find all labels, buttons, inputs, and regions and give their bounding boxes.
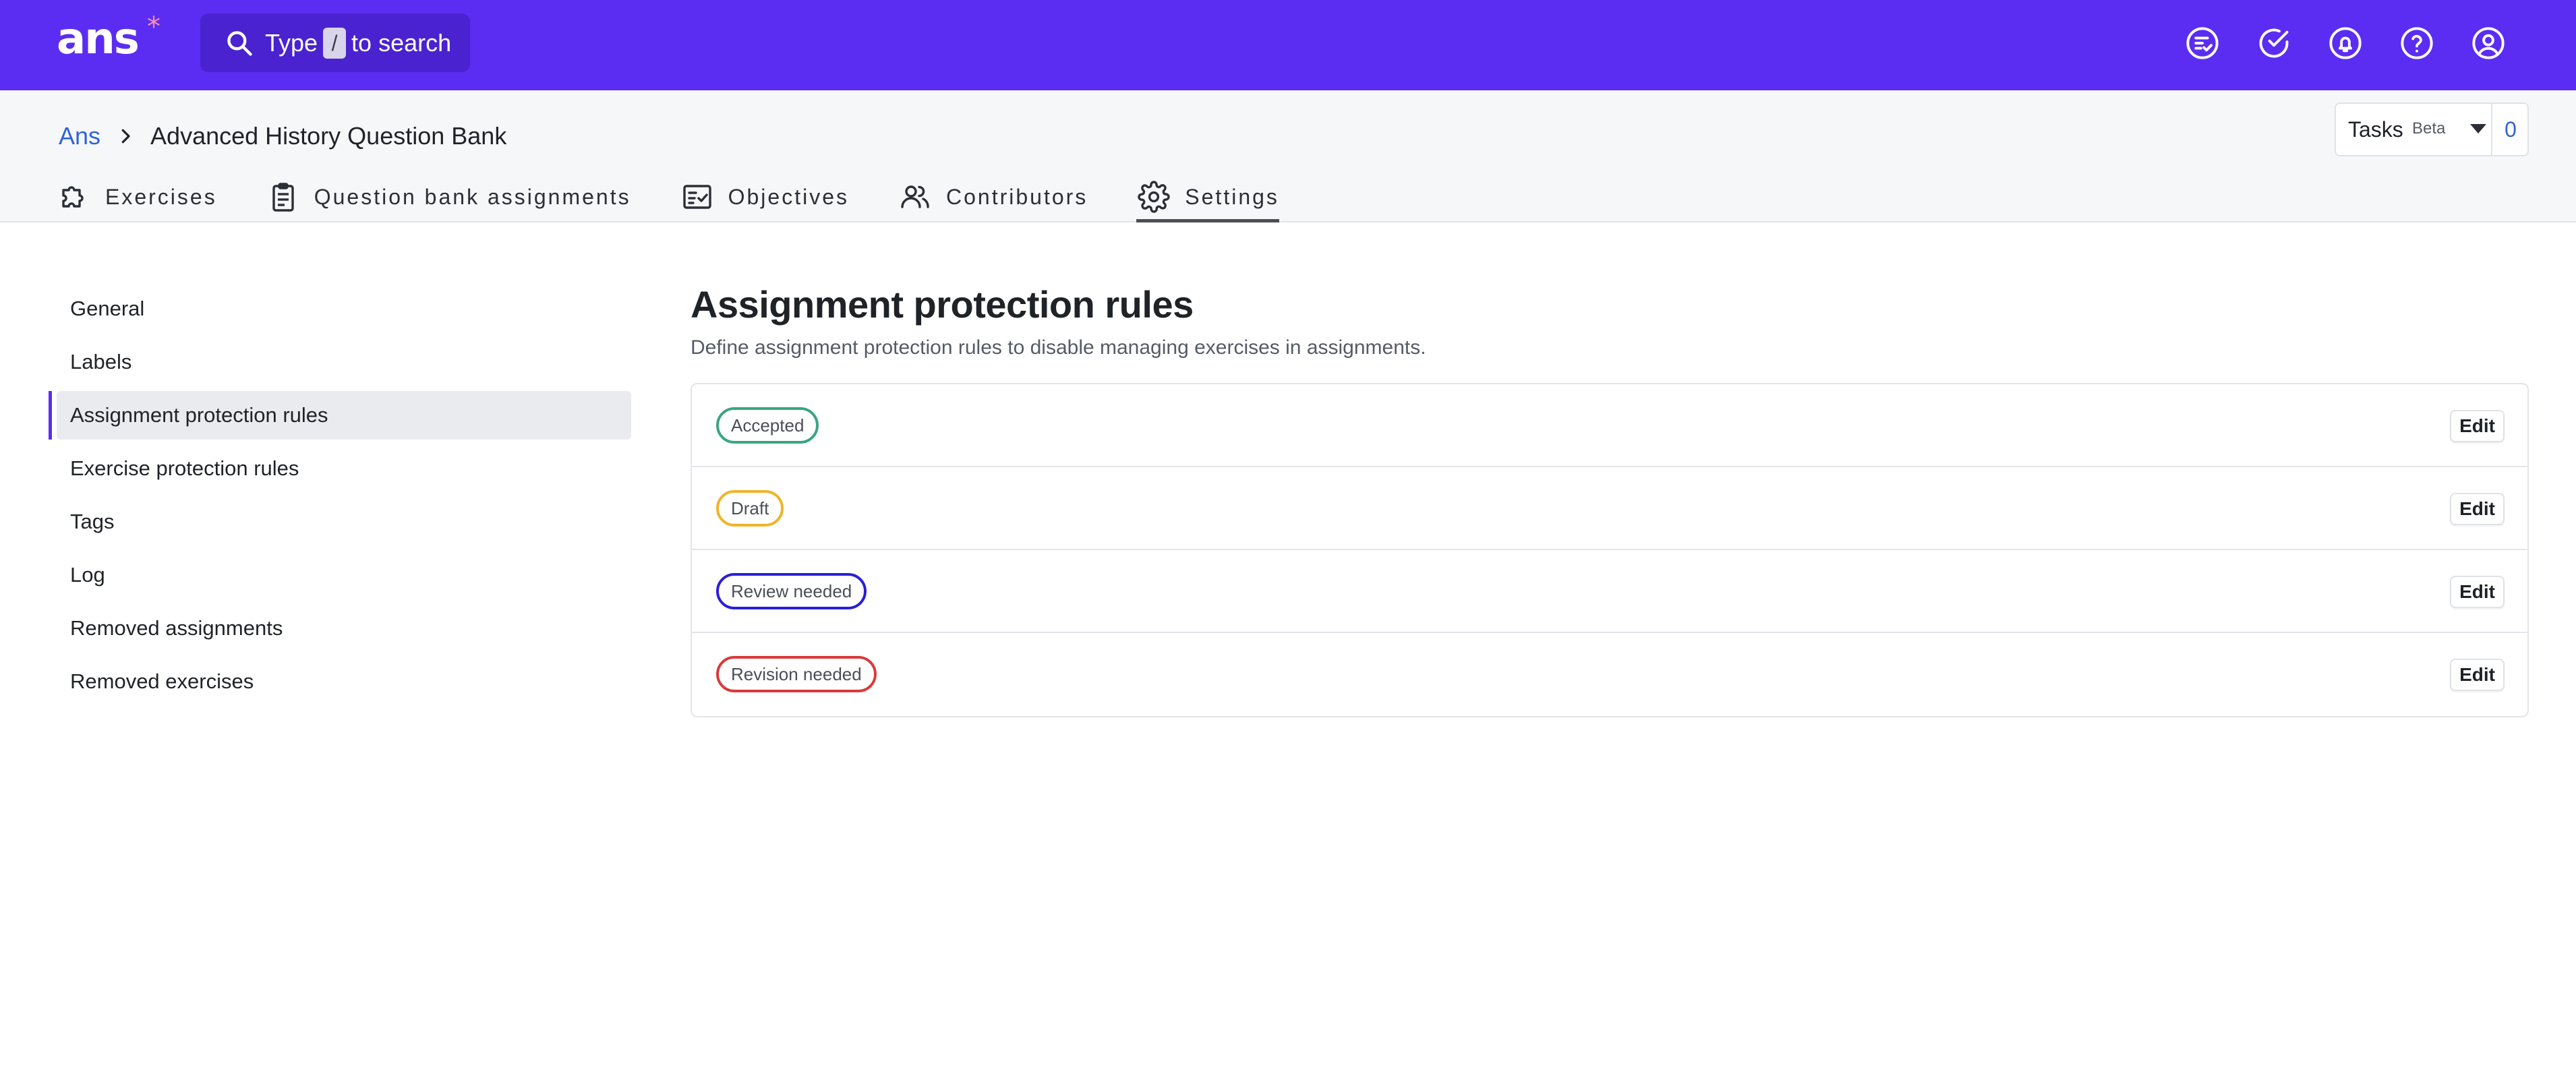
tab-question-bank-assignments[interactable]: Question bank assignments (267, 173, 631, 221)
status-badge-revision-needed: Revision needed (716, 656, 877, 692)
page-title: Assignment protection rules (691, 283, 1194, 326)
top-navigation-bar: ans * Type / to search (0, 0, 2576, 90)
rule-row: Accepted Edit (692, 384, 2527, 467)
clipboard-icon (272, 183, 294, 212)
settings-sidebar: General Labels Assignment protection rul… (49, 284, 631, 711)
tab-exercises[interactable]: Exercises (58, 173, 217, 221)
account-icon[interactable] (2471, 26, 2506, 61)
sidebar-item-labels[interactable]: Labels (49, 338, 631, 386)
status-badge-draft: Draft (716, 490, 784, 527)
sidebar-item-general[interactable]: General (49, 284, 631, 333)
tab-settings[interactable]: Settings (1136, 173, 1279, 222)
tab-contributors[interactable]: Contributors (899, 173, 1088, 221)
search-hint: Type / to search (265, 13, 451, 72)
task-list-icon[interactable] (2185, 26, 2220, 61)
tasks-count[interactable]: 0 (2492, 104, 2529, 155)
rule-row: Revision needed Edit (692, 633, 2527, 716)
sidebar-item-removed-assignments[interactable]: Removed assignments (49, 604, 631, 653)
edit-button[interactable]: Edit (2450, 659, 2505, 691)
logo-mark: * (147, 11, 160, 42)
users-icon (901, 185, 929, 208)
check-circle-icon[interactable] (2256, 26, 2291, 61)
rules-list: Accepted Edit Draft Edit Review needed E… (691, 383, 2529, 717)
rule-row: Review needed Edit (692, 550, 2527, 633)
bell-icon[interactable] (2328, 26, 2363, 61)
breadcrumb: Ans Advanced History Question Bank (59, 117, 506, 155)
page-header: Ans Advanced History Question Bank Tasks… (0, 90, 2576, 222)
checklist-icon (682, 185, 711, 209)
edit-button[interactable]: Edit (2450, 576, 2505, 608)
tab-bar: Exercises Question bank assignments Obje… (58, 173, 1329, 222)
status-badge-accepted: Accepted (716, 407, 819, 444)
tab-label: Question bank assignments (314, 184, 631, 209)
breadcrumb-root-link[interactable]: Ans (59, 122, 100, 150)
gear-icon (1138, 181, 1170, 213)
edit-button[interactable]: Edit (2450, 410, 2505, 442)
caret-down-icon (2470, 124, 2486, 133)
tab-label: Objectives (728, 184, 849, 209)
sidebar-item-exercise-protection-rules[interactable]: Exercise protection rules (49, 444, 631, 493)
search-icon (227, 31, 252, 56)
sidebar-item-removed-exercises[interactable]: Removed exercises (49, 657, 631, 706)
main-content: Assignment protection rules Define assig… (691, 283, 2529, 717)
sidebar-item-tags[interactable]: Tags (49, 498, 631, 546)
tasks-dropdown[interactable]: Tasks Beta 0 (2335, 102, 2529, 156)
rule-row: Draft Edit (692, 467, 2527, 550)
breadcrumb-current: Advanced History Question Bank (150, 122, 507, 150)
search-hint-prefix: Type (265, 29, 318, 57)
puzzle-icon (62, 186, 84, 208)
search-box[interactable]: Type / to search (200, 13, 470, 72)
tab-label: Settings (1185, 184, 1279, 209)
help-icon[interactable] (2399, 26, 2434, 61)
status-badge-review-needed: Review needed (716, 573, 867, 609)
tab-objectives[interactable]: Objectives (681, 173, 849, 221)
top-icon-group (2185, 26, 2506, 61)
ans-logo[interactable]: ans (57, 12, 140, 66)
sidebar-item-log[interactable]: Log (49, 551, 631, 599)
tab-label: Contributors (945, 184, 1088, 209)
page-description: Define assignment protection rules to di… (691, 336, 1426, 359)
chevron-right-icon (121, 129, 130, 144)
search-hint-suffix: to search (351, 29, 452, 57)
search-shortcut-key: / (323, 27, 347, 59)
tab-label: Exercises (105, 184, 217, 209)
sidebar-item-assignment-protection-rules[interactable]: Assignment protection rules (49, 391, 631, 440)
tasks-label: Tasks (2348, 117, 2403, 142)
edit-button[interactable]: Edit (2450, 493, 2505, 525)
beta-badge: Beta (2412, 119, 2446, 138)
